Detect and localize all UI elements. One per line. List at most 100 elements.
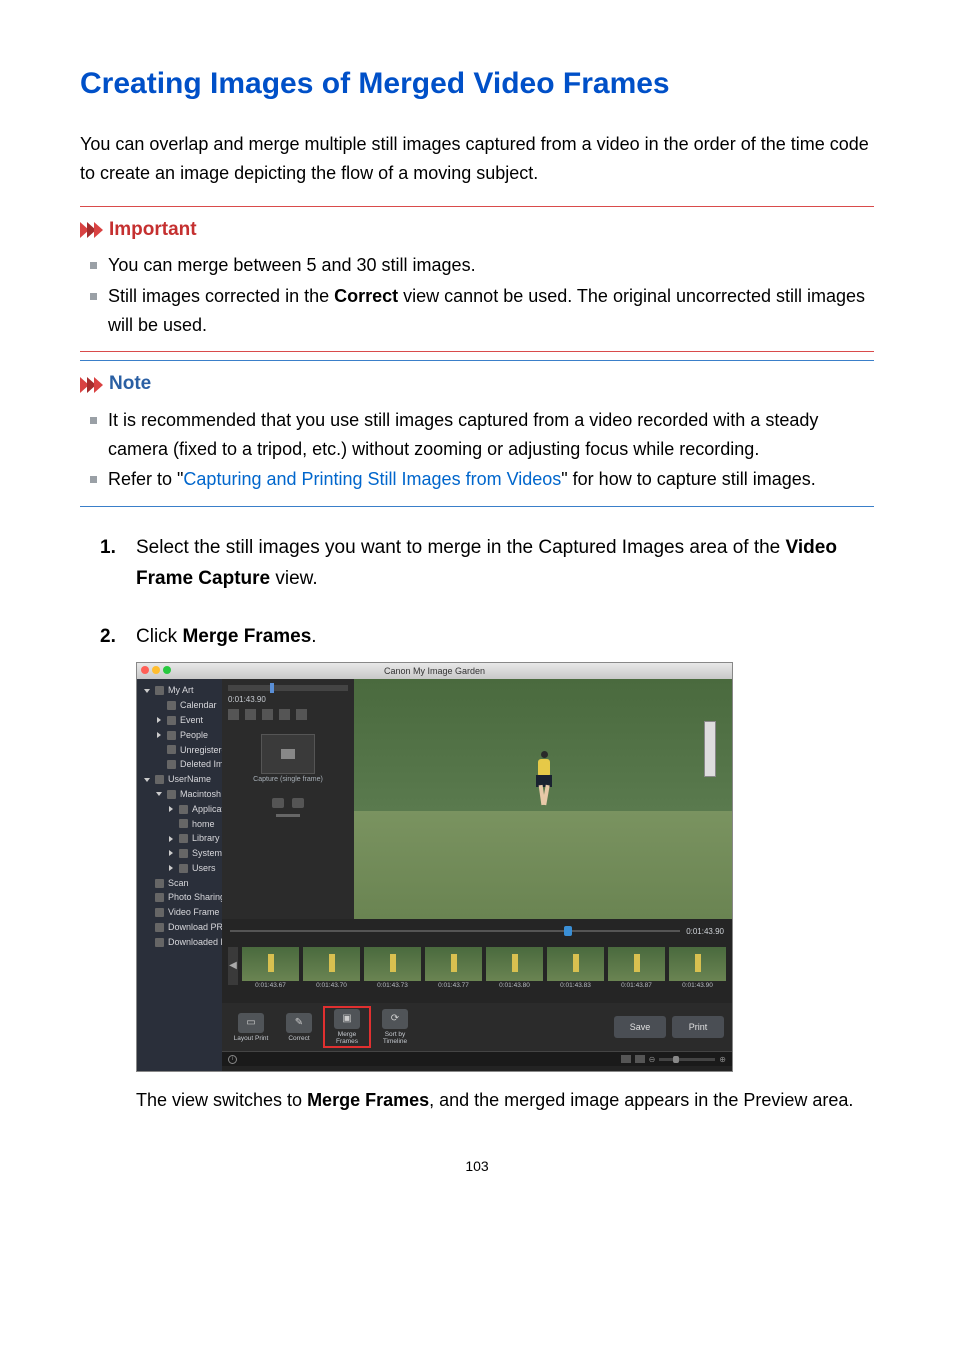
zoom-icon[interactable] [163, 666, 171, 674]
important-item: You can merge between 5 and 30 still ima… [108, 251, 874, 280]
sidebar-item[interactable]: System [137, 846, 222, 861]
thumbs-prev[interactable]: ◀ [228, 947, 238, 985]
sidebar-item[interactable]: Calendar [137, 698, 222, 713]
thumb-timecode: 0:01:43.70 [303, 982, 360, 990]
correct-button[interactable]: ✎ Correct [278, 1013, 320, 1042]
thumbnail[interactable]: 0:01:43.77 [425, 947, 482, 990]
stop-icon[interactable] [228, 709, 239, 720]
folder-icon [155, 923, 164, 932]
zoom-in-icon[interactable]: ⊕ [719, 1055, 726, 1065]
sidebar-item-label: UserName [168, 774, 211, 785]
zoom-out-icon[interactable]: ⊖ [649, 1055, 656, 1065]
sidebar-item[interactable]: Video Frame Capture [137, 905, 222, 920]
sidebar-item[interactable]: Scan [137, 876, 222, 891]
thumbnail[interactable]: 0:01:43.83 [547, 947, 604, 990]
sidebar-item[interactable]: Deleted Images of People [137, 757, 222, 772]
rotate-right-icon[interactable] [292, 798, 304, 808]
step-1: Select the still images you want to merg… [100, 533, 874, 594]
print-button[interactable]: Print [672, 1016, 724, 1038]
timeline[interactable]: 0:01:43.90 [222, 919, 732, 943]
folder-icon [179, 849, 188, 858]
sidebar-item-label: Applications [192, 804, 222, 815]
sidebar-item-label: Video Frame Capture [168, 907, 222, 918]
step-2-result: The view switches to Merge Frames, and t… [136, 1086, 874, 1115]
camera-icon [281, 749, 295, 759]
intro-text: You can overlap and merge multiple still… [80, 130, 874, 188]
page-number: 103 [80, 1155, 874, 1177]
sidebar-item[interactable]: Library [137, 831, 222, 846]
thumbnail[interactable]: 0:01:43.80 [486, 947, 543, 990]
close-icon[interactable] [141, 666, 149, 674]
folder-icon [167, 731, 176, 740]
sidebar-item[interactable]: Unregistered People [137, 743, 222, 758]
merge-frames-button[interactable]: ▣ Merge Frames [326, 1009, 368, 1045]
sidebar-item[interactable]: Photo Sharing Sites [137, 890, 222, 905]
window-titlebar: Canon My Image Garden [137, 663, 732, 679]
thumbnail-strip: ◀ 0:01:43.670:01:43.700:01:43.730:01:43.… [222, 943, 732, 1003]
correct-icon: ✎ [286, 1013, 312, 1033]
thumb-timecode: 0:01:43.90 [669, 982, 726, 990]
sidebar-item-label: Macintosh HD [180, 789, 222, 800]
save-button[interactable]: Save [614, 1016, 666, 1038]
layout-print-button[interactable]: ▭ Layout Print [230, 1013, 272, 1042]
view-mode-icon[interactable] [621, 1055, 631, 1063]
step-fwd-icon[interactable] [279, 709, 290, 720]
folder-icon [155, 686, 164, 695]
note-heading: Note [109, 369, 151, 399]
sidebar-item[interactable]: Macintosh HD [137, 787, 222, 802]
sidebar-item-label: People [180, 730, 208, 741]
sidebar-item-label: Downloaded PREMIUM Contents [168, 937, 222, 948]
sidebar-item-label: My Art [168, 685, 194, 696]
folder-icon [155, 879, 164, 888]
zoom-slider[interactable] [659, 1058, 715, 1061]
link-capturing-videos[interactable]: Capturing and Printing Still Images from… [183, 469, 561, 489]
sidebar-item[interactable]: UserName [137, 772, 222, 787]
sidebar-item[interactable]: Applications [137, 802, 222, 817]
chevron-icon [80, 222, 101, 238]
sidebar-item[interactable]: home [137, 817, 222, 832]
control-column: 0:01:43.90 Capture (sing [222, 679, 354, 919]
sidebar-item[interactable]: Users [137, 861, 222, 876]
subject-figure [532, 751, 554, 807]
minimize-icon[interactable] [152, 666, 160, 674]
thumbnail[interactable]: 0:01:43.67 [242, 947, 299, 990]
view-mode-icon[interactable] [635, 1055, 645, 1063]
step-back-icon[interactable] [262, 709, 273, 720]
note-item: It is recommended that you use still ima… [108, 406, 874, 464]
sidebar-item[interactable]: Event [137, 713, 222, 728]
page-title: Creating Images of Merged Video Frames [80, 60, 874, 108]
sidebar-item[interactable]: People [137, 728, 222, 743]
sidebar-item[interactable]: My Art [137, 683, 222, 698]
folder-icon [155, 938, 164, 947]
flag-icon [704, 721, 716, 777]
thumb-timecode: 0:01:43.67 [242, 982, 299, 990]
merge-icon: ▣ [334, 1009, 360, 1029]
chevron-icon [80, 377, 101, 393]
sidebar-item-label: System [192, 848, 222, 859]
toolbar: ▭ Layout Print ✎ Correct ▣ Merge Frames [222, 1003, 732, 1051]
thumbnail[interactable]: 0:01:43.87 [608, 947, 665, 990]
divider [276, 814, 300, 817]
sidebar-item[interactable]: Download PREMIUM Contents [137, 920, 222, 935]
sort-timeline-button[interactable]: ⟳ Sort by Timeline [374, 1009, 416, 1045]
important-item: Still images corrected in the Correct vi… [108, 282, 874, 340]
step-2: Click Merge Frames. Canon My Image Garde… [100, 622, 874, 1115]
rotate-left-icon[interactable] [272, 798, 284, 808]
scrubber[interactable] [228, 685, 348, 691]
thumbnail[interactable]: 0:01:43.90 [669, 947, 726, 990]
capture-button[interactable] [261, 734, 315, 774]
sidebar-item-label: Unregistered People [180, 745, 222, 756]
important-callout: Important You can merge between 5 and 30… [80, 206, 874, 353]
play-icon[interactable] [245, 709, 256, 720]
skip-icon[interactable] [296, 709, 307, 720]
info-icon[interactable]: i [228, 1055, 237, 1064]
sidebar-item[interactable]: Downloaded PREMIUM Contents [137, 935, 222, 950]
folder-icon [179, 819, 188, 828]
folder-icon [179, 834, 188, 843]
sidebar-item-label: Event [180, 715, 203, 726]
thumbnail[interactable]: 0:01:43.73 [364, 947, 421, 990]
app-screenshot: Canon My Image Garden My Art Calendar Even… [136, 662, 733, 1072]
thumbnail[interactable]: 0:01:43.70 [303, 947, 360, 990]
sidebar-item-label: Library [192, 833, 220, 844]
timecode-label: 0:01:43.90 [228, 695, 266, 705]
